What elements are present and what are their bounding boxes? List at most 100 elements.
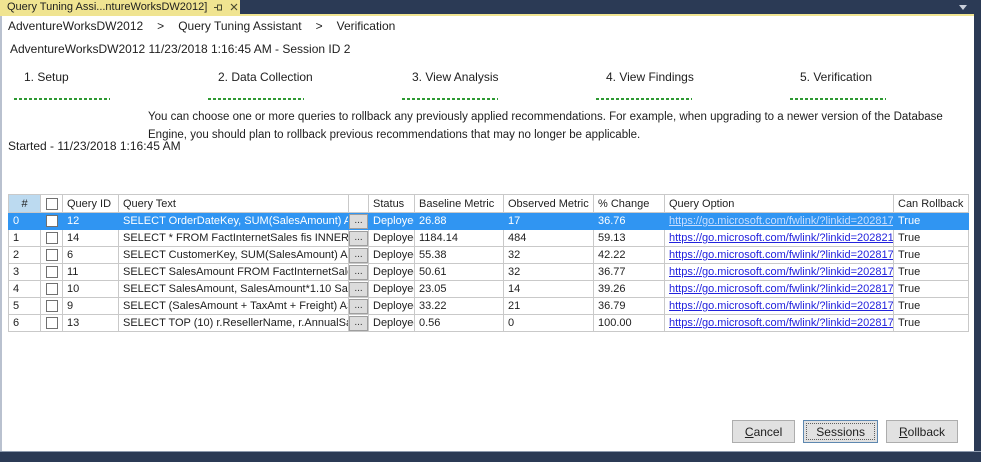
wizard-step[interactable]: 4. View Findings — [594, 68, 788, 100]
open-query-button[interactable]: ... — [349, 315, 368, 331]
row-select-checkbox[interactable] — [45, 317, 58, 330]
close-icon[interactable] — [230, 3, 238, 11]
table-row[interactable]: 0 12 SELECT OrderDateKey, SUM(SalesAmount)… — [8, 212, 969, 230]
wizard-step[interactable]: 5. Verification — [788, 68, 981, 100]
step-label: 5. Verification — [800, 70, 873, 84]
document-tab[interactable]: Query Tuning Assi...ntureWorksDW2012] — [0, 0, 240, 14]
breadcrumb-item-verification[interactable]: Verification — [337, 19, 396, 33]
cancel-button[interactable]: Cancel — [731, 420, 796, 443]
tab-list-dropdown-icon[interactable] — [959, 5, 967, 10]
row-number-cell: 1 — [8, 229, 41, 247]
table-row[interactable]: 5 9 SELECT (SalesAmount + TaxAmt + Freight… — [8, 297, 969, 315]
can-rollback-cell: True — [893, 212, 969, 230]
wizard-step[interactable]: 1. Setup — [12, 68, 206, 100]
table-header-row: # Query ID Query Text Status Baseline Metric… — [8, 194, 969, 213]
window-border-bottom — [0, 451, 981, 462]
row-select-checkbox[interactable] — [45, 283, 58, 296]
col-header-percent-change[interactable]: % Change — [593, 194, 665, 213]
row-number-cell: 4 — [8, 280, 41, 298]
col-header-can-rollback[interactable]: Can Rollback — [893, 194, 969, 213]
baseline-metric-cell: 50.61 — [414, 263, 504, 281]
observed-metric-cell: 17 — [503, 212, 594, 230]
breadcrumb-separator: > — [157, 19, 165, 33]
query-text-cell: SELECT OrderDateKey, SUM(SalesAmount) AS… — [118, 212, 349, 230]
status-cell: Deployed — [368, 280, 415, 298]
col-header-query-id[interactable]: Query ID — [62, 194, 119, 213]
row-select-checkbox[interactable] — [45, 215, 58, 228]
started-timestamp: Started - 11/23/2018 1:16:45 AM — [8, 139, 181, 153]
query-option-link[interactable]: https://go.microsoft.com/fwlink/?linkid=… — [669, 317, 893, 329]
query-option-link[interactable]: https://go.microsoft.com/fwlink/?linkid=… — [669, 249, 893, 261]
row-select-checkbox[interactable] — [45, 300, 58, 313]
status-cell: Deployed — [368, 229, 415, 247]
tab-title: Query Tuning Assi...ntureWorksDW2012] — [7, 1, 208, 13]
row-number-cell: 3 — [8, 263, 41, 281]
step-underline — [596, 98, 692, 100]
can-rollback-cell: True — [893, 314, 969, 332]
baseline-metric-cell: 23.05 — [414, 280, 504, 298]
window-border-right — [974, 0, 981, 462]
observed-metric-cell: 484 — [503, 229, 594, 247]
open-query-button[interactable]: ... — [349, 247, 368, 263]
rollback-button[interactable]: Rollback — [885, 420, 958, 443]
document-tabstrip: Query Tuning Assi...ntureWorksDW2012] — [0, 0, 981, 14]
query-id-cell: 10 — [62, 280, 119, 298]
col-header-query-text[interactable]: Query Text — [118, 194, 349, 213]
col-header-open-query[interactable] — [348, 194, 369, 213]
open-query-button[interactable]: ... — [349, 264, 368, 280]
query-id-cell: 13 — [62, 314, 119, 332]
step-underline — [790, 98, 886, 100]
row-number-cell: 6 — [8, 314, 41, 332]
select-all-checkbox[interactable] — [45, 197, 58, 210]
query-option-link[interactable]: https://go.microsoft.com/fwlink/?linkid=… — [669, 300, 893, 312]
sessions-button[interactable]: Sessions — [803, 420, 878, 443]
open-query-button[interactable]: ... — [349, 298, 368, 314]
col-header-observed-metric[interactable]: Observed Metric — [503, 194, 594, 213]
col-header-baseline-metric[interactable]: Baseline Metric — [414, 194, 504, 213]
open-query-cell: ... — [348, 212, 369, 230]
baseline-metric-cell: 33.22 — [414, 297, 504, 315]
query-option-link[interactable]: https://go.microsoft.com/fwlink/?linkid=… — [669, 215, 893, 227]
can-rollback-cell: True — [893, 297, 969, 315]
row-select-checkbox[interactable] — [45, 266, 58, 279]
open-query-button[interactable]: ... — [349, 230, 368, 246]
open-query-button[interactable]: ... — [349, 281, 368, 297]
row-select-checkbox[interactable] — [45, 232, 58, 245]
step-underline — [402, 98, 498, 100]
breadcrumb-item-query-tuning-assistant[interactable]: Query Tuning Assistant — [178, 19, 301, 33]
percent-change-cell: 39.26 — [593, 280, 665, 298]
percent-change-cell: 42.22 — [593, 246, 665, 264]
observed-metric-cell: 0 — [503, 314, 594, 332]
col-header-query-option[interactable]: Query Option — [664, 194, 894, 213]
step-underline — [14, 98, 110, 100]
can-rollback-cell: True — [893, 280, 969, 298]
col-header-row-number[interactable]: # — [8, 194, 41, 213]
table-row[interactable]: 2 6 SELECT CustomerKey, SUM(SalesAmount) A… — [8, 246, 969, 264]
col-header-status[interactable]: Status — [368, 194, 415, 213]
table-row[interactable]: 6 13 SELECT TOP (10) r.ResellerName, r.Ann… — [8, 314, 969, 332]
pin-icon[interactable] — [214, 3, 223, 12]
query-option-link[interactable]: https://go.microsoft.com/fwlink/?linkid=… — [669, 283, 893, 295]
query-option-link[interactable]: https://go.microsoft.com/fwlink/?linkid=… — [669, 266, 893, 278]
wizard-steps: 1. Setup 2. Data Collection 3. View Analys… — [12, 68, 981, 100]
query-id-cell: 11 — [62, 263, 119, 281]
query-id-cell: 9 — [62, 297, 119, 315]
table-row[interactable]: 4 10 SELECT SalesAmount, SalesAmount*1.10 … — [8, 280, 969, 298]
col-header-select[interactable] — [40, 194, 63, 213]
open-query-cell: ... — [348, 246, 369, 264]
wizard-step[interactable]: 3. View Analysis — [400, 68, 594, 100]
row-select-cell — [40, 229, 63, 247]
breadcrumb-item-adventureworksdw2012[interactable]: AdventureWorksDW2012 — [8, 19, 143, 33]
query-option-cell: https://go.microsoft.com/fwlink/?linkid=… — [664, 212, 894, 230]
row-select-checkbox[interactable] — [45, 249, 58, 262]
open-query-button[interactable]: ... — [349, 213, 368, 229]
wizard-step[interactable]: 2. Data Collection — [206, 68, 400, 100]
baseline-metric-cell: 0.56 — [414, 314, 504, 332]
query-option-link[interactable]: https://go.microsoft.com/fwlink/?linkid=… — [669, 232, 893, 244]
window-border-left — [0, 16, 2, 451]
session-title: AdventureWorksDW2012 11/23/2018 1:16:45 … — [10, 42, 351, 56]
table-row[interactable]: 3 11 SELECT SalesAmount FROM FactInternetS… — [8, 263, 969, 281]
query-option-cell: https://go.microsoft.com/fwlink/?linkid=… — [664, 297, 894, 315]
query-text-cell: SELECT SalesAmount FROM FactInternetSale… — [118, 263, 349, 281]
table-row[interactable]: 1 14 SELECT * FROM FactInternetSales fis I… — [8, 229, 969, 247]
